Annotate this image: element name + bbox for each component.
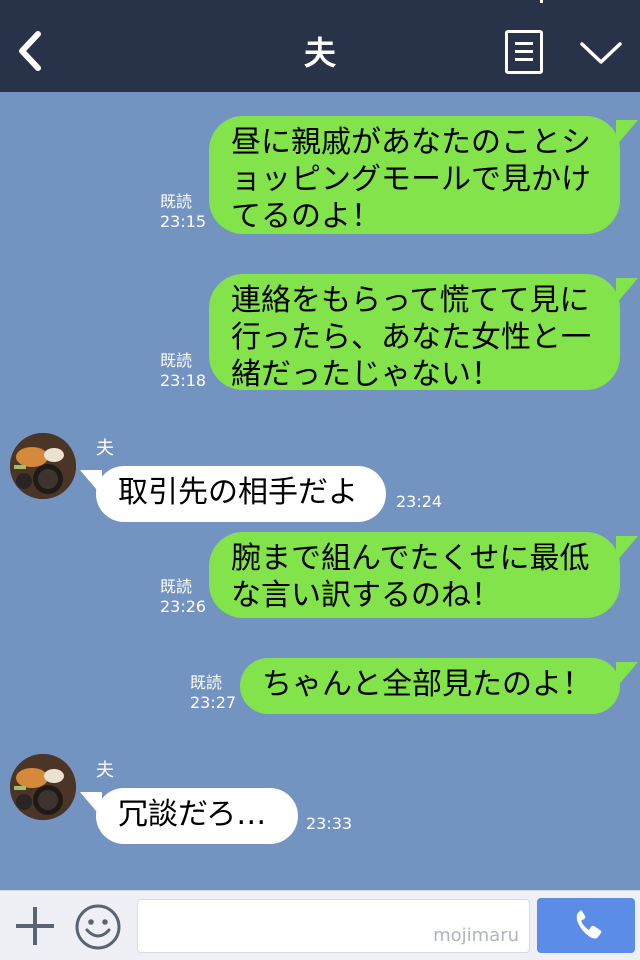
chat-header: 夫 — [0, 0, 640, 92]
message-line: ョッピングモールで見かけ — [231, 162, 591, 197]
message-line: 行ったら、あなた女性と一 — [231, 320, 591, 355]
message-line: 昼に親戚があなたのことシ — [231, 125, 591, 160]
message-line: 取引先の相手だよ — [118, 475, 358, 510]
timestamp: 23:33 — [306, 814, 353, 833]
read-receipt: 既読 — [190, 673, 223, 692]
plus-icon — [16, 907, 54, 945]
bubble-tail — [616, 120, 638, 146]
bubble-tail — [616, 536, 638, 562]
food-photo-icon — [10, 754, 76, 820]
message-line: ちゃんと全部見たのよ！ — [262, 667, 592, 702]
add-button[interactable] — [14, 905, 56, 947]
emoji-button[interactable] — [74, 903, 122, 951]
chat-title: 夫 — [303, 34, 336, 72]
message-list[interactable]: 昼に親戚があなたのことシ ョッピングモールで見かけ てるのよ！ 既読 23:15… — [0, 92, 640, 890]
bubble-tail — [616, 662, 638, 688]
sender-name: 夫 — [96, 760, 114, 781]
message-meta: 既読 23:27 — [190, 673, 236, 713]
incoming-message: 取引先の相手だよ — [96, 466, 386, 522]
smiley-icon — [75, 904, 121, 950]
food-photo-icon — [10, 433, 76, 499]
notes-button[interactable] — [505, 30, 543, 74]
message-line: 冗談だろ… — [118, 797, 267, 832]
input-bar: mojimaru — [0, 890, 640, 960]
message-meta: 既読 23:15 — [160, 192, 206, 232]
outgoing-message: 腕まで組んでたくせに最低 な言い訳するのね！ — [209, 532, 620, 618]
sender-name: 夫 — [96, 438, 114, 459]
timestamp: 23:18 — [160, 371, 207, 390]
incoming-message: 冗談だろ… — [96, 788, 298, 844]
timestamp: 23:26 — [160, 597, 207, 616]
watermark: mojimaru — [433, 925, 519, 946]
outgoing-message: 連絡をもらって慌てて見に 行ったら、あなた女性と一 緒だったじゃない！ — [209, 274, 620, 392]
message-line: 緒だったじゃない！ — [231, 357, 501, 392]
timestamp: 23:24 — [396, 492, 443, 511]
call-button[interactable] — [537, 898, 635, 953]
message-line: な言い訳するのね！ — [231, 578, 501, 613]
bubble-tail — [80, 792, 102, 818]
message-line: てるのよ！ — [231, 199, 381, 234]
bubble-tail — [616, 278, 638, 304]
message-line: 腕まで組んでたくせに最低 — [231, 541, 590, 576]
avatar[interactable] — [10, 754, 76, 820]
chevron-down-icon — [580, 42, 622, 64]
avatar[interactable] — [10, 433, 76, 499]
status-bar-fragment — [540, 0, 543, 3]
outgoing-message: 昼に親戚があなたのことシ ョッピングモールで見かけ てるのよ！ — [209, 116, 620, 234]
outgoing-message: ちゃんと全部見たのよ！ — [240, 658, 620, 714]
message-meta: 既読 23:18 — [160, 351, 206, 391]
phone-icon — [576, 910, 602, 939]
message-line: 連絡をもらって慌てて見に — [231, 283, 590, 318]
message-meta: 既読 23:26 — [160, 577, 206, 617]
read-receipt: 既読 — [160, 192, 193, 211]
message-input[interactable]: mojimaru — [137, 899, 530, 953]
expand-button[interactable] — [578, 36, 624, 68]
read-receipt: 既読 — [160, 351, 193, 370]
timestamp: 23:15 — [160, 212, 207, 231]
timestamp: 23:27 — [190, 693, 237, 712]
read-receipt: 既読 — [160, 577, 193, 596]
